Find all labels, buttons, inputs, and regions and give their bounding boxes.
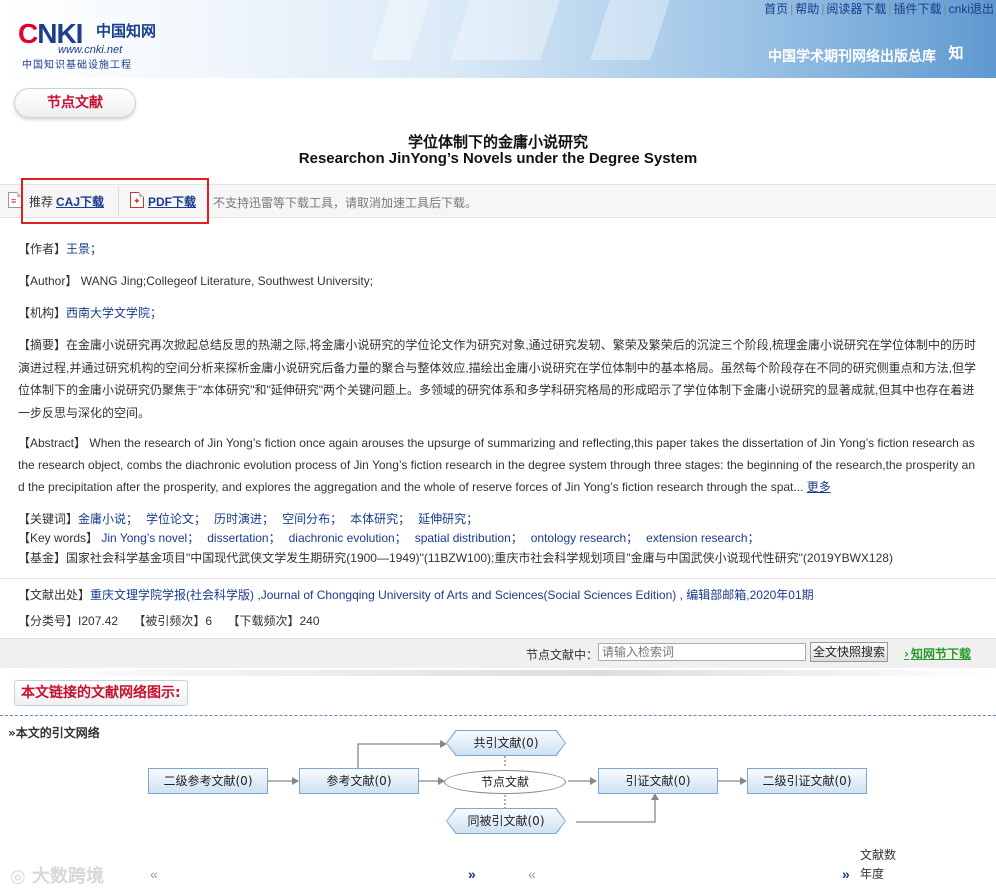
network-connectors [268, 740, 747, 823]
legend-year-label: 年度 [860, 867, 885, 881]
watermark: ◎ 大数跨境 [10, 866, 104, 887]
co-cited-node-button[interactable]: 同被引文献(0) [447, 809, 565, 833]
watermark-logo-icon: ◎ [10, 866, 32, 887]
cite-node-button[interactable]: 引证文献(0) [598, 768, 718, 794]
scroll-right-icon[interactable]: » [468, 866, 476, 882]
cite2-node-button[interactable]: 二级引证文献(0) [747, 768, 867, 794]
legend-count-label: 文献数 [860, 848, 897, 862]
scroll-left-icon[interactable]: « [528, 866, 536, 882]
ref-node-button[interactable]: 参考文献(0) [299, 768, 419, 794]
scroll-left-icon[interactable]: « [150, 866, 158, 882]
ref2-node-button[interactable]: 二级参考文献(0) [148, 768, 268, 794]
node-document: 节点文献 [444, 770, 566, 794]
scroll-right-icon[interactable]: » [842, 866, 850, 882]
co-cite-node-button[interactable]: 共引文献(0) [447, 731, 565, 755]
